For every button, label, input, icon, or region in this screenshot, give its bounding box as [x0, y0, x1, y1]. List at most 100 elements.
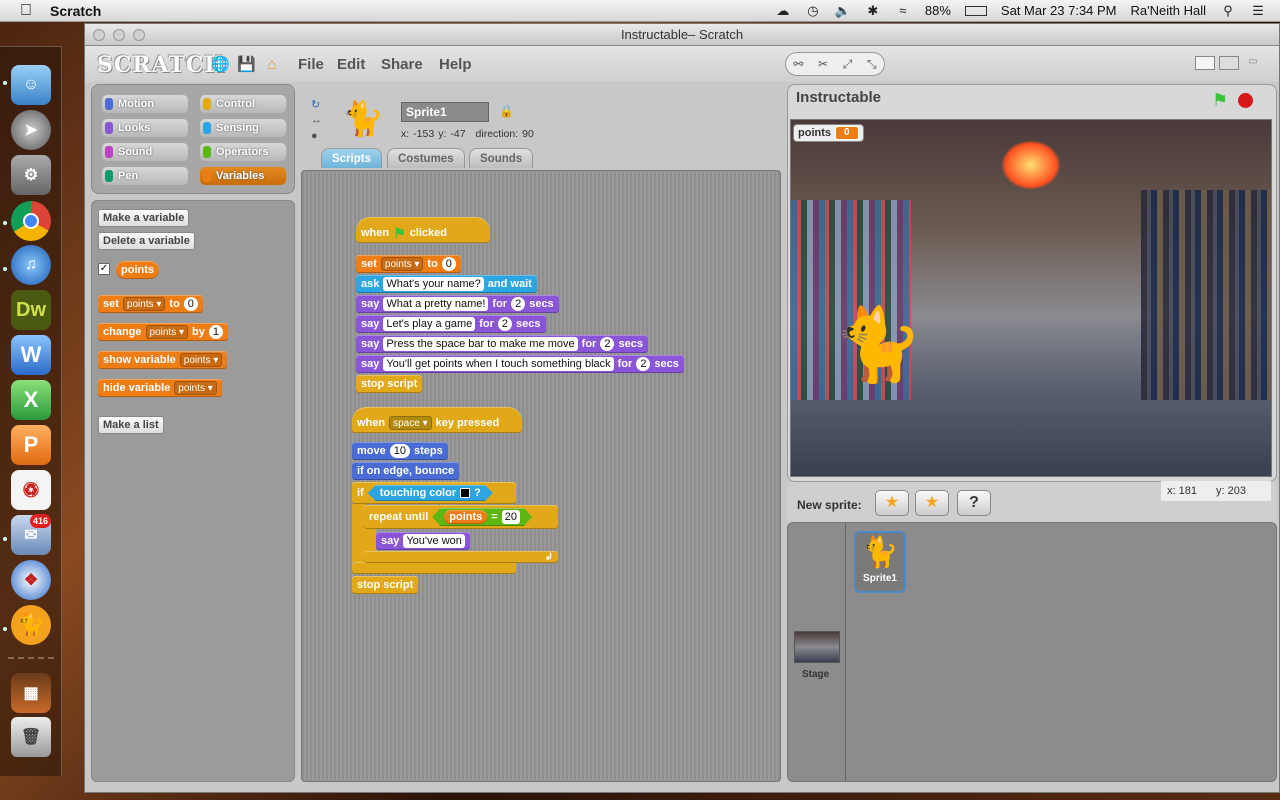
spotlight-search-icon[interactable]: ⚲	[1220, 3, 1236, 18]
paint-new-sprite-button[interactable]: ★	[875, 490, 909, 516]
color-swatch[interactable]	[460, 488, 470, 498]
dreamweaver-icon[interactable]: Dw	[11, 290, 51, 330]
grow-icon[interactable]: ⤢	[843, 57, 853, 72]
language-globe-icon[interactable]: 🌐	[211, 56, 230, 74]
word-icon[interactable]: W	[11, 335, 51, 375]
stage-canvas[interactable]: points 0 🐈	[790, 119, 1272, 477]
variable-show-checkbox[interactable]: ✓	[98, 263, 110, 275]
time-machine-icon[interactable]: ◷	[805, 3, 821, 18]
ask-and-wait-block[interactable]: ask What's your name? and wait	[356, 275, 537, 293]
app-name[interactable]: Scratch	[50, 3, 101, 19]
presentation-mode-icon[interactable]: ▭	[1243, 56, 1263, 70]
zoom-window-button[interactable]	[133, 29, 145, 41]
change-variable-block[interactable]: changepointsby1	[98, 323, 228, 341]
if-on-edge-bounce-block[interactable]: if on edge, bounce	[352, 462, 460, 480]
category-sound[interactable]: Sound	[102, 143, 188, 161]
make-list-button[interactable]: Make a list	[98, 416, 164, 434]
bluetooth-icon[interactable]: ✱	[865, 3, 881, 18]
when-key-pressed-hat[interactable]: whenspacekey pressed	[352, 407, 522, 433]
say-block[interactable]: say You've won	[376, 532, 470, 550]
category-variables[interactable]: Variables	[200, 167, 286, 185]
battery-percent[interactable]: 88%	[925, 3, 951, 18]
sprite1-thumbnail[interactable]: 🐈 Sprite1	[854, 531, 906, 593]
battery-icon[interactable]	[964, 5, 987, 16]
hide-variable-block[interactable]: hide variable points	[98, 379, 222, 397]
normal-stage-view-icon[interactable]	[1219, 56, 1239, 70]
cloud-icon[interactable]: ☁	[775, 3, 791, 18]
move-steps-block[interactable]: move 10 steps	[352, 442, 448, 460]
surprise-sprite-button[interactable]: ?	[957, 490, 991, 516]
user-name[interactable]: Ra'Neith Hall	[1131, 3, 1206, 18]
set-points-block[interactable]: setpointsto0	[356, 255, 461, 273]
make-variable-button[interactable]: Make a variable	[98, 209, 190, 227]
shrink-icon[interactable]: ⤡	[867, 57, 877, 72]
no-rotate-icon[interactable]: ●	[311, 130, 318, 142]
mail-badge: 416	[30, 514, 52, 528]
menu-help[interactable]: Help	[439, 56, 472, 73]
safari-icon[interactable]: ❖	[11, 560, 51, 600]
finder-icon[interactable]: ☺	[11, 65, 51, 105]
say-for-secs-block[interactable]: say Press the space bar to make me move fo…	[356, 335, 648, 353]
downloads-stack-icon[interactable]: ▦	[11, 673, 51, 713]
category-pen[interactable]: Pen	[102, 167, 188, 185]
wifi-icon[interactable]: ≈	[895, 3, 911, 18]
menu-file[interactable]: File	[298, 56, 324, 73]
points-reporter[interactable]: points	[444, 510, 487, 524]
rotate-all-around-icon[interactable]: ↻	[311, 98, 320, 111]
left-right-flip-icon[interactable]: ↔	[311, 114, 322, 126]
variable-monitor-points[interactable]: points 0	[793, 124, 864, 142]
delete-variable-button[interactable]: Delete a variable	[98, 232, 195, 250]
category-control[interactable]: Control	[200, 95, 286, 113]
category-looks[interactable]: Looks	[102, 119, 188, 137]
notification-list-icon[interactable]: ☰	[1250, 3, 1266, 18]
apple-icon[interactable]: 	[20, 2, 36, 19]
mouse-coordinates: x: 181 y: 203	[1161, 481, 1271, 501]
share-house-icon[interactable]: ⌂	[263, 56, 281, 74]
menu-edit[interactable]: Edit	[337, 56, 365, 73]
show-variable-block[interactable]: show variable points	[98, 351, 228, 369]
when-flag-clicked-hat[interactable]: when ⚑ clicked	[356, 217, 490, 243]
say-for-secs-block[interactable]: say Let's play a game for 2 secs	[356, 315, 546, 333]
say-for-secs-block[interactable]: say What a pretty name! for 2 secs	[356, 295, 559, 313]
sprite1-cat-on-stage[interactable]: 🐈	[833, 290, 923, 400]
variable-reporter-points[interactable]: points	[116, 261, 159, 279]
lock-icon[interactable]: 🔒	[499, 104, 514, 118]
clock[interactable]: Sat Mar 23 7:34 PM	[1001, 3, 1117, 18]
system-preferences-icon[interactable]: ⚙	[11, 155, 51, 195]
excel-icon[interactable]: X	[11, 380, 51, 420]
touching-color-block[interactable]: touching color?	[368, 485, 493, 501]
delete-scissors-icon[interactable]: ✂	[818, 57, 828, 71]
minimize-window-button[interactable]	[113, 29, 125, 41]
small-stage-view-icon[interactable]	[1195, 56, 1215, 70]
tab-costumes[interactable]: Costumes	[387, 148, 465, 168]
powerpoint-icon[interactable]: P	[11, 425, 51, 465]
stop-sign-icon[interactable]	[1238, 93, 1253, 108]
set-variable-block[interactable]: setpointsto0	[98, 295, 203, 313]
equals-operator-block[interactable]: points = 20	[432, 508, 532, 526]
chrome-icon[interactable]	[11, 201, 51, 241]
duplicate-stamp-icon[interactable]: ⚯	[793, 57, 803, 71]
tab-sounds[interactable]: Sounds	[469, 148, 534, 168]
close-window-button[interactable]	[93, 29, 105, 41]
trash-icon[interactable]: 🗑	[11, 717, 51, 757]
stage-thumbnail[interactable]	[794, 631, 840, 663]
category-motion[interactable]: Motion	[102, 95, 188, 113]
stage-label[interactable]: Stage	[802, 669, 829, 680]
acrobat-icon[interactable]: ♽	[11, 470, 51, 510]
green-flag-icon[interactable]: ⚑	[1212, 91, 1228, 109]
category-operators[interactable]: Operators	[200, 143, 286, 161]
volume-icon[interactable]: 🔈	[835, 3, 851, 18]
stop-script-block[interactable]: stop script	[356, 375, 423, 393]
tab-scripts[interactable]: Scripts	[321, 148, 382, 168]
choose-sprite-from-file-button[interactable]: ★	[915, 490, 949, 516]
stop-script-block[interactable]: stop script	[352, 576, 419, 594]
itunes-icon[interactable]: ♫	[11, 245, 51, 285]
menu-share[interactable]: Share	[381, 56, 423, 73]
say-for-secs-block[interactable]: say You'll get points when I touch someth…	[356, 355, 684, 373]
launchpad-icon[interactable]: ➤	[11, 110, 51, 150]
sprite-name-field[interactable]: Sprite1	[401, 102, 489, 122]
category-sensing[interactable]: Sensing	[200, 119, 286, 137]
save-disk-icon[interactable]: 💾	[237, 56, 256, 74]
scripts-area[interactable]: when⚑clicked setpointsto0 askWhat's your…	[301, 170, 781, 782]
scratch-cat-icon[interactable]: 🐈	[11, 605, 51, 645]
